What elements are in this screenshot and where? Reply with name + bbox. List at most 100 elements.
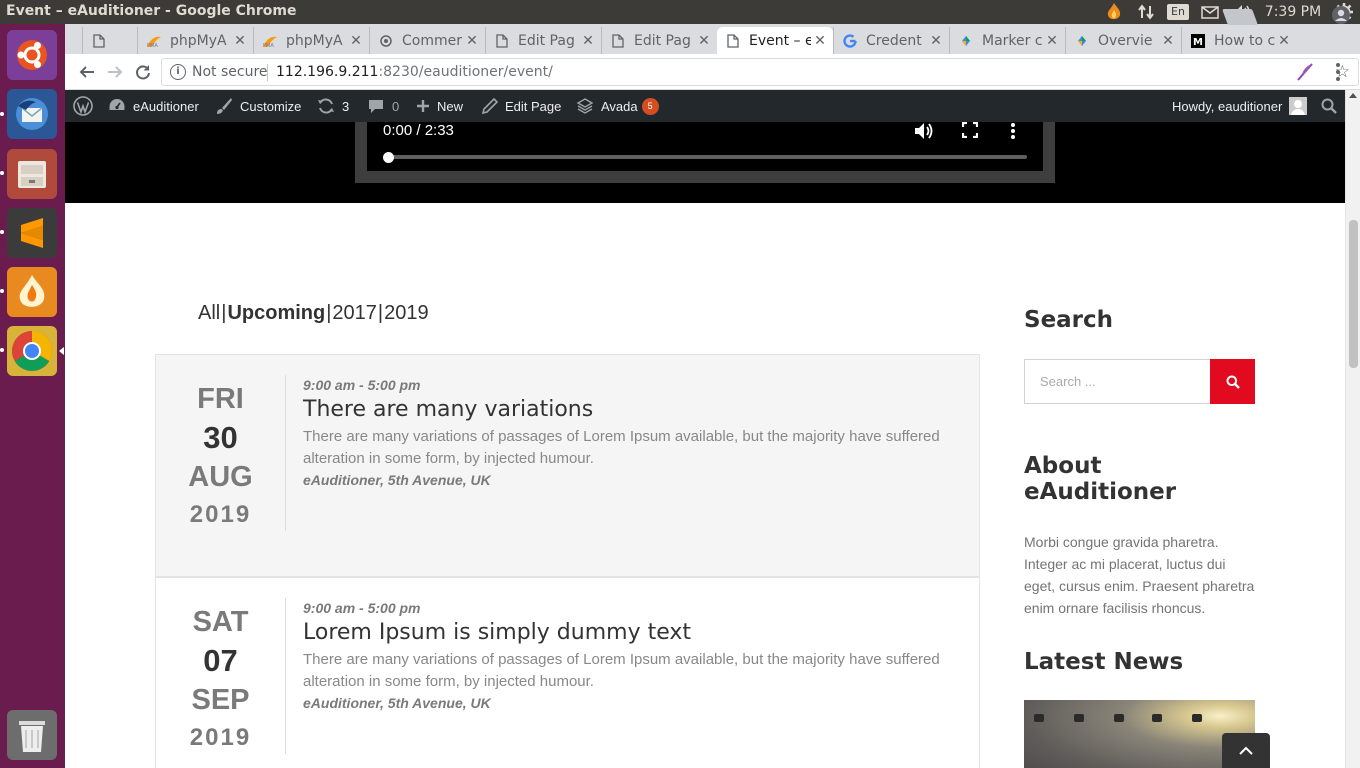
filter-2017-link[interactable]: 2017 [332,302,377,324]
avatar [1289,97,1308,115]
comments-link[interactable]: 0 [367,90,399,122]
address-bar[interactable]: i Not secure 112.196.9.211:8230/eauditio… [161,58,1359,86]
filter-all-link[interactable]: All [198,302,220,324]
avada-layers-icon [576,98,594,114]
extension-feather-icon[interactable] [1295,62,1315,82]
video-progress-track[interactable] [387,155,1027,159]
adminbar-search-icon[interactable] [1321,90,1344,122]
google-chrome-launcher-icon[interactable] [7,326,57,376]
avada-menu[interactable]: Avada 5 [576,90,659,122]
reload-button[interactable] [131,60,155,84]
filter-upcoming-link[interactable]: Upcoming [227,302,325,324]
fullscreen-icon[interactable] [961,122,982,142]
clock[interactable]: 7:39 PM [1258,0,1328,24]
avada-label: Avada [601,98,638,114]
wordpress-logo-icon[interactable] [73,90,100,122]
browser-toolbar: i Not secure 112.196.9.211:8230/eauditio… [65,54,1360,90]
close-tab-icon[interactable]: ✕ [347,33,365,49]
edit-page-link[interactable]: Edit Page [482,90,561,122]
phpmyadmin-icon: PMA [262,33,278,49]
scroll-thumb[interactable] [1349,220,1358,368]
ubuntu-dash-icon[interactable] [7,30,57,80]
event-title-link[interactable]: Lorem Ipsum is simply dummy text [303,620,963,645]
event-title-link[interactable]: There are many variations [303,397,963,422]
browser-tab[interactable]: Credent ✕ [833,27,949,54]
browser-tab[interactable]: PMA phpMyA ✕ [253,27,369,54]
sublime-text-icon[interactable] [7,208,57,258]
tab-title: Credent [866,32,922,49]
event-date-block: FRI 30 AUG 2019 [156,375,286,531]
mail-icon[interactable] [1194,0,1226,24]
browser-tab[interactable]: Commer ✕ [369,27,485,54]
close-tab-icon[interactable]: ✕ [463,33,481,49]
search-input[interactable]: Search ... [1024,359,1211,404]
maps-icon [958,33,974,49]
close-tab-icon[interactable]: ✕ [1159,33,1177,49]
new-content-link[interactable]: New [416,90,463,122]
updates-link[interactable]: 3 [317,90,349,122]
about-widget-title: About eAuditioner [1024,453,1177,505]
video-scrubber-handle[interactable] [383,152,394,163]
file-manager-icon[interactable] [7,149,57,199]
close-tab-icon[interactable]: ✕ [695,33,713,49]
volume-icon[interactable] [914,122,934,142]
pencil-icon [482,98,498,114]
profile-icon[interactable] [1330,4,1352,26]
my-account-menu[interactable]: Howdy, eauditioner [1172,90,1308,122]
security-label[interactable]: Not secure [192,64,268,80]
tab-title: Edit Pag [518,32,575,49]
event-year: 2019 [189,501,252,528]
site-info-icon[interactable]: i [170,64,186,80]
updates-icon [318,98,334,114]
chrome-menu-icon[interactable] [1330,60,1346,84]
avada-badge: 5 [641,97,659,115]
svg-text:M: M [1193,37,1203,48]
browser-tab[interactable]: Overvie ✕ [1065,27,1181,54]
flame-tray-icon[interactable] [1098,0,1130,24]
scroll-up-arrow[interactable] [1349,93,1357,98]
trash-icon[interactable] [7,710,57,760]
back-to-top-button[interactable] [1222,733,1270,768]
close-tab-icon[interactable]: ✕ [231,33,249,49]
forward-button[interactable] [103,60,127,84]
thunderbird-mail-icon[interactable] [7,89,57,139]
close-tab-icon[interactable]: ✕ [927,33,945,49]
browser-tab[interactable]: PMA phpMyA ✕ [137,27,253,54]
medium-icon: M [1190,33,1206,49]
url-host: 112.196.9.211 [276,64,379,80]
latest-news-title: Latest News [1024,649,1184,675]
browser-tab-strip: PMA phpMyA ✕ PMA phpMyA ✕ Commer ✕ Edit Pag ✕ Edit… [65,24,1360,54]
event-month: AUG [188,461,253,493]
browser-tab[interactable]: Edit Pag ✕ [601,27,717,54]
customize-link[interactable]: Customize [215,90,301,122]
close-tab-icon[interactable]: ✕ [1043,33,1061,49]
svg-text:PMA: PMA [263,43,274,48]
flame-app-icon[interactable] [7,267,57,317]
browser-tab[interactable]: Event – e ✕ [717,27,833,54]
close-tab-icon[interactable]: ✕ [811,33,829,49]
brush-icon [217,98,232,114]
search-submit-button[interactable] [1210,359,1255,404]
new-tab-button[interactable] [1222,9,1258,25]
video-player[interactable]: 0:00 / 2:33 [355,122,1055,183]
network-updown-icon[interactable] [1130,0,1162,24]
browser-tab[interactable]: Marker c ✕ [949,27,1065,54]
svg-text:PMA: PMA [147,43,158,48]
close-tab-icon[interactable]: ✕ [579,33,597,49]
browser-tab[interactable]: Edit Pag ✕ [485,27,601,54]
filter-2019-link[interactable]: 2019 [384,302,429,324]
url-text[interactable]: 112.196.9.211:8230/eauditioner/event/ [276,64,553,80]
site-name-link[interactable]: eAuditioner [108,90,199,122]
back-button[interactable] [75,60,99,84]
event-filter-bar: All|Upcoming|2017|2019 [198,302,429,325]
latest-news-thumbnail[interactable] [1024,700,1255,768]
video-more-icon[interactable] [1010,122,1030,142]
omnibox-divider [267,64,268,81]
maps-icon [1074,33,1090,49]
browser-tab[interactable] [82,27,137,54]
search-widget-title: Search [1024,307,1114,333]
keyboard-lang-indicator[interactable]: En [1162,0,1194,24]
page-scrollbar[interactable] [1345,90,1360,768]
close-tab-icon[interactable]: ✕ [1275,33,1293,49]
browser-tab[interactable]: M How to c ✕ [1181,27,1297,54]
